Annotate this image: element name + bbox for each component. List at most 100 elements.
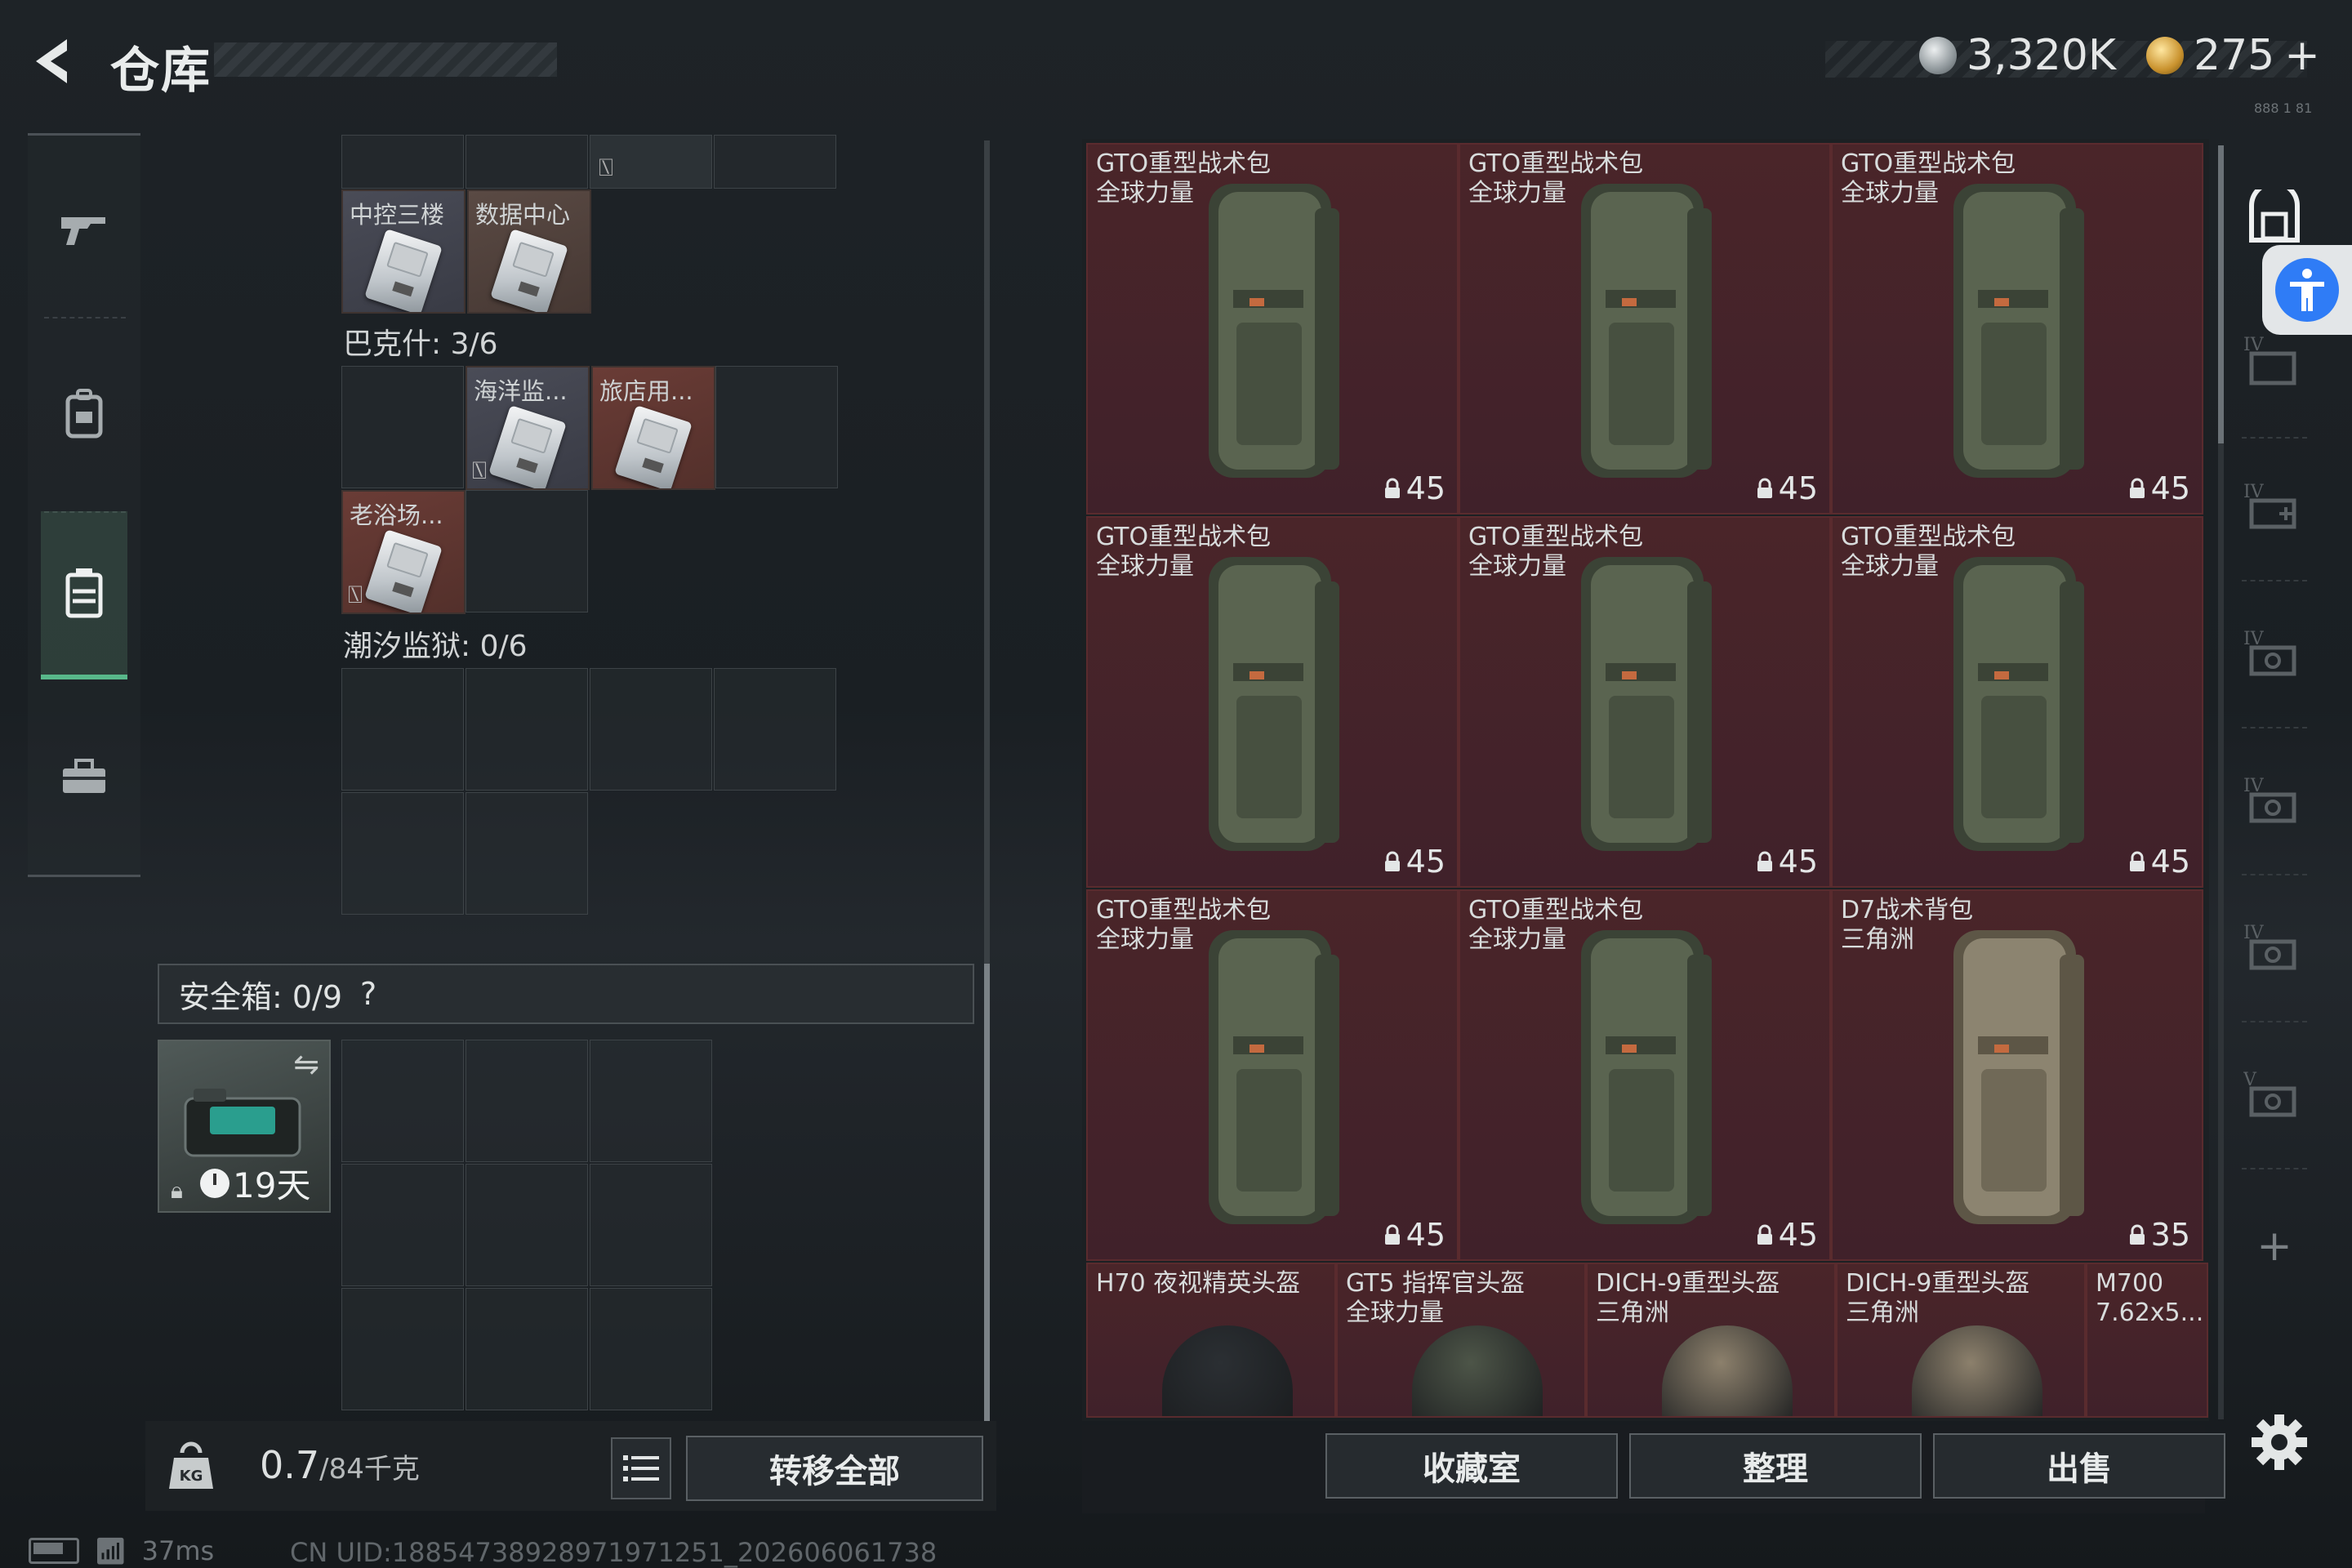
storage-cell[interactable] bbox=[714, 135, 836, 189]
backpack-icon bbox=[1581, 557, 1712, 851]
transfer-all-button[interactable]: 转移全部 bbox=[686, 1436, 983, 1501]
weight-readout: 0.7/84千克 bbox=[260, 1443, 420, 1487]
storage-cell[interactable] bbox=[341, 668, 464, 791]
safe-cell[interactable] bbox=[341, 1040, 464, 1162]
swap-icon[interactable]: ⇋ bbox=[293, 1046, 319, 1082]
capacity-label: 45 bbox=[1383, 1217, 1446, 1253]
backpack-item[interactable]: GTO重型战术包 全球力量 45 bbox=[1086, 143, 1459, 514]
safe-case-item[interactable]: ⇋ 🔒︎ 19天 bbox=[158, 1040, 331, 1213]
capacity-icon bbox=[2129, 851, 2145, 871]
capacity-label: 45 bbox=[1383, 844, 1446, 880]
safe-box-header: 安全箱: 0/9 ? bbox=[158, 964, 974, 1024]
storage-cell[interactable] bbox=[715, 366, 838, 488]
status-bar: 📶︎ 37ms bbox=[29, 1535, 214, 1566]
nav-weapons[interactable] bbox=[41, 168, 127, 291]
keycard-item[interactable]: 旅店用... bbox=[591, 366, 715, 490]
storage-cell[interactable] bbox=[714, 668, 836, 791]
storage-cell[interactable] bbox=[466, 792, 588, 915]
gold-currency: 275 + bbox=[2146, 31, 2320, 80]
storage-cell[interactable] bbox=[466, 668, 588, 791]
keycard-item[interactable]: 数据中心 bbox=[467, 189, 591, 314]
corner-text: 888 1 81 bbox=[2254, 100, 2313, 116]
help-icon[interactable]: ? bbox=[360, 976, 376, 1012]
capacity-label: 45 bbox=[1383, 470, 1446, 506]
helmet-item[interactable]: M700 7.62x5... bbox=[2086, 1263, 2208, 1418]
helmet-item[interactable]: DICH-9重型头盔 三角洲 bbox=[1836, 1263, 2086, 1418]
clock-icon bbox=[200, 1168, 229, 1198]
helmet-item[interactable]: GT5 指挥官头盔 全球力量 bbox=[1336, 1263, 1586, 1418]
gun-icon bbox=[61, 217, 105, 245]
helmet-item[interactable]: DICH-9重型头盔 三角洲 bbox=[1586, 1263, 1836, 1418]
collection-room-button[interactable]: 收藏室 bbox=[1325, 1433, 1618, 1499]
back-arrow-icon bbox=[36, 39, 67, 83]
silver-coin-icon bbox=[1919, 37, 1957, 74]
backpack-icon bbox=[1581, 930, 1712, 1224]
backpack-item[interactable]: GTO重型战术包 全球力量 45 bbox=[1459, 516, 1831, 888]
backpack-icon bbox=[1953, 930, 2084, 1224]
storage-cell[interactable] bbox=[466, 490, 588, 612]
storage-page-button[interactable]: IV bbox=[2242, 474, 2307, 539]
storage-cell[interactable] bbox=[341, 366, 464, 488]
safe-cell[interactable] bbox=[466, 1164, 588, 1286]
storage-cell[interactable] bbox=[341, 792, 464, 915]
add-gold-button[interactable]: + bbox=[2284, 31, 2320, 80]
backpack-item[interactable]: GTO重型战术包 全球力量 45 bbox=[1831, 516, 2203, 888]
capacity-icon bbox=[1757, 1224, 1772, 1245]
weight-max: /84千克 bbox=[319, 1453, 420, 1486]
backpack-item[interactable]: GTO重型战术包 全球力量 45 bbox=[1831, 143, 2203, 514]
battery-icon bbox=[29, 1538, 79, 1564]
safe-case-icon bbox=[184, 1089, 301, 1157]
storage-page-1-button[interactable] bbox=[2242, 186, 2307, 252]
backpack-icon bbox=[1209, 557, 1339, 851]
accessibility-button[interactable] bbox=[2262, 245, 2352, 335]
nav-equipment[interactable] bbox=[41, 352, 127, 474]
safe-cell[interactable] bbox=[590, 1040, 712, 1162]
storage-page-button[interactable]: IV bbox=[2242, 915, 2307, 980]
page-title: 仓库 bbox=[110, 42, 212, 100]
keycard-item[interactable]: 中控三楼 bbox=[341, 189, 466, 314]
plus-icon: + bbox=[2256, 1222, 2292, 1271]
safe-cell[interactable] bbox=[590, 1288, 712, 1410]
safe-cell[interactable] bbox=[466, 1040, 588, 1162]
back-button[interactable] bbox=[24, 33, 82, 90]
keycard-item[interactable]: 海洋监... ⍂ bbox=[466, 366, 590, 490]
storage-page-button[interactable]: V bbox=[2242, 1062, 2307, 1127]
organize-button[interactable]: 整理 bbox=[1629, 1433, 1922, 1499]
keycard-icon bbox=[488, 405, 567, 488]
backpack-item[interactable]: GTO重型战术包 全球力量 45 bbox=[1086, 889, 1459, 1261]
storage-cell[interactable] bbox=[341, 135, 464, 189]
sell-button[interactable]: 出售 bbox=[1933, 1433, 2225, 1499]
safe-cell[interactable] bbox=[466, 1288, 588, 1410]
safe-cell[interactable] bbox=[341, 1288, 464, 1410]
storage-page-button[interactable]: IV bbox=[2242, 327, 2307, 392]
backpack-item[interactable]: GTO重型战术包 全球力量 45 bbox=[1459, 889, 1831, 1261]
storage-cell[interactable] bbox=[466, 135, 588, 189]
storage-page-button[interactable]: IV bbox=[2242, 768, 2307, 833]
gold-amount: 275 bbox=[2194, 31, 2275, 80]
list-view-button[interactable] bbox=[611, 1437, 671, 1499]
backpack-item[interactable]: GTO重型战术包 全球力量 45 bbox=[1459, 143, 1831, 514]
nav-toolbox[interactable] bbox=[41, 715, 127, 838]
capacity-icon bbox=[2129, 478, 2145, 498]
helmet-icon bbox=[1911, 1325, 2042, 1416]
nav-storage[interactable] bbox=[41, 511, 127, 679]
right-scrollbar-thumb[interactable] bbox=[2218, 145, 2224, 443]
accessibility-icon bbox=[2275, 258, 2339, 322]
add-storage-button[interactable]: + bbox=[2242, 1214, 2307, 1279]
backpack-icon bbox=[1209, 184, 1339, 478]
keycard-item[interactable]: 老浴场... ⍂ bbox=[341, 490, 466, 614]
helmet-item[interactable]: H70 夜视精英头盔 bbox=[1086, 1263, 1336, 1418]
no-transfer-icon: ⍂ bbox=[472, 457, 487, 485]
safe-cell[interactable] bbox=[590, 1164, 712, 1286]
storage-expansion-icon: IV bbox=[2243, 335, 2296, 385]
wifi-icon: 📶︎ bbox=[94, 1535, 127, 1566]
safe-cell[interactable] bbox=[341, 1164, 464, 1286]
left-scrollbar-thumb[interactable] bbox=[984, 964, 990, 1421]
lock-icon: 🔒︎ bbox=[171, 1177, 183, 1204]
storage-cell[interactable]: ⍂ bbox=[590, 135, 712, 189]
backpack-item[interactable]: GTO重型战术包 全球力量 45 bbox=[1086, 516, 1459, 888]
storage-cell[interactable] bbox=[590, 668, 712, 791]
storage-page-button[interactable]: IV bbox=[2242, 621, 2307, 686]
settings-button[interactable] bbox=[2247, 1410, 2311, 1474]
backpack-item[interactable]: D7战术背包 三角洲 35 bbox=[1831, 889, 2203, 1261]
